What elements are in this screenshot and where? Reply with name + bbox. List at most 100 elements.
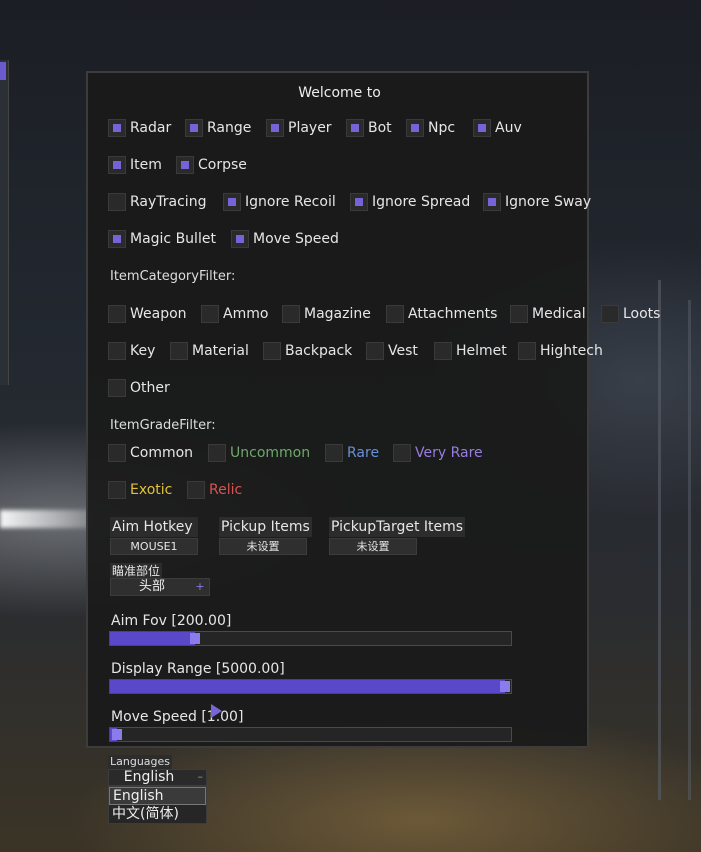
magic-bullet-checkbox[interactable]: Magic Bullet (108, 229, 216, 249)
checkbox-box[interactable] (473, 119, 491, 137)
checkbox-box[interactable] (282, 305, 300, 323)
npc-checkbox[interactable]: Npc (406, 118, 455, 138)
category-other-checkbox[interactable]: Other (108, 378, 170, 398)
category-medical-checkbox[interactable]: Medical (510, 304, 586, 324)
checkbox-box[interactable] (325, 444, 343, 462)
slider-fill (110, 680, 505, 693)
aim-hotkey-button[interactable]: MOUSE1 (110, 538, 198, 555)
checkbox-box[interactable] (208, 444, 226, 462)
category-vest-label: Vest (388, 343, 418, 359)
category-vest-checkbox[interactable]: Vest (366, 341, 418, 361)
range-checkbox[interactable]: Range (185, 118, 251, 138)
grade-relic-checkbox[interactable]: Relic (187, 480, 242, 500)
slider-handle[interactable] (500, 681, 510, 692)
category-magazine-checkbox[interactable]: Magazine (282, 304, 371, 324)
move-speed-checkbox[interactable]: Move Speed (231, 229, 339, 249)
checkbox-box[interactable] (266, 119, 284, 137)
language-option-english[interactable]: English (109, 787, 206, 805)
move-speed-slider[interactable] (109, 727, 512, 742)
category-helmet-label: Helmet (456, 343, 507, 359)
category-weapon-checkbox[interactable]: Weapon (108, 304, 187, 324)
checkbox-box[interactable] (386, 305, 404, 323)
grade-exotic-checkbox[interactable]: Exotic (108, 480, 172, 500)
pickup-items-button[interactable]: 未设置 (219, 538, 307, 555)
checkbox-box[interactable] (601, 305, 619, 323)
check-mark-icon (113, 124, 121, 132)
auv-label: Auv (495, 120, 522, 136)
grade-uncommon-checkbox[interactable]: Uncommon (208, 443, 310, 463)
category-helmet-checkbox[interactable]: Helmet (434, 341, 507, 361)
check-mark-icon (411, 124, 419, 132)
background-window-edge (0, 60, 9, 385)
checkbox-box[interactable] (108, 230, 126, 248)
grade-uncommon-label: Uncommon (230, 445, 311, 461)
ignore-spread-checkbox[interactable]: Ignore Spread (350, 192, 470, 212)
category-backpack-checkbox[interactable]: Backpack (263, 341, 352, 361)
checkbox-box[interactable] (406, 119, 424, 137)
category-loots-checkbox[interactable]: Loots (601, 304, 660, 324)
category-key-checkbox[interactable]: Key (108, 341, 155, 361)
checkbox-box[interactable] (518, 342, 536, 360)
auv-checkbox[interactable]: Auv (473, 118, 522, 138)
checkbox-box[interactable] (108, 305, 126, 323)
check-mark-icon (271, 124, 279, 132)
bot-checkbox[interactable]: Bot (346, 118, 392, 138)
radar-checkbox[interactable]: Radar (108, 118, 171, 138)
category-weapon-label: Weapon (130, 306, 187, 322)
checkbox-box[interactable] (223, 193, 241, 211)
checkbox-box[interactable] (366, 342, 384, 360)
cheat-menu-window[interactable]: Welcome to ItemCategoryFilter: ItemGrade… (86, 71, 660, 748)
grade-common-checkbox[interactable]: Common (108, 443, 193, 463)
grade-very-rare-checkbox[interactable]: Very Rare (393, 443, 483, 463)
checkbox-box[interactable] (185, 119, 203, 137)
checkbox-box[interactable] (176, 156, 194, 174)
background-window-marker (0, 62, 6, 80)
slider-handle[interactable] (112, 729, 122, 740)
checkbox-box[interactable] (483, 193, 501, 211)
aim-fov-slider[interactable] (109, 631, 512, 646)
category-filter-heading: ItemCategoryFilter: (110, 269, 236, 284)
languages-dropdown-list: English 中文(简体) (108, 786, 207, 824)
checkbox-box[interactable] (434, 342, 452, 360)
aim-part-select[interactable]: 头部 + (110, 578, 210, 596)
languages-select[interactable]: English – (108, 769, 207, 786)
checkbox-box[interactable] (393, 444, 411, 462)
checkbox-box[interactable] (187, 481, 205, 499)
player-checkbox[interactable]: Player (266, 118, 332, 138)
category-attachments-checkbox[interactable]: Attachments (386, 304, 497, 324)
checkbox-box[interactable] (510, 305, 528, 323)
checkbox-box[interactable] (108, 342, 126, 360)
item-checkbox[interactable]: Item (108, 155, 162, 175)
check-mark-icon (488, 198, 496, 206)
checkbox-box[interactable] (108, 156, 126, 174)
grade-rare-checkbox[interactable]: Rare (325, 443, 379, 463)
checkbox-box[interactable] (170, 342, 188, 360)
background-light-strip (0, 510, 90, 528)
display-range-slider[interactable] (109, 679, 512, 694)
corpse-checkbox[interactable]: Corpse (176, 155, 247, 175)
language-option-chinese[interactable]: 中文(简体) (109, 805, 206, 823)
checkbox-box[interactable] (108, 119, 126, 137)
checkbox-box[interactable] (108, 444, 126, 462)
checkbox-box[interactable] (263, 342, 281, 360)
category-ammo-checkbox[interactable]: Ammo (201, 304, 268, 324)
pickup-target-items-button[interactable]: 未设置 (329, 538, 417, 555)
slider-handle[interactable] (190, 633, 200, 644)
checkbox-box[interactable] (350, 193, 368, 211)
check-mark-icon (113, 235, 121, 243)
checkbox-box[interactable] (346, 119, 364, 137)
ignore-sway-checkbox[interactable]: Ignore Sway (483, 192, 591, 212)
radar-label: Radar (130, 120, 172, 136)
category-hightech-checkbox[interactable]: Hightech (518, 341, 603, 361)
raytracing-checkbox[interactable]: RayTracing (108, 192, 206, 212)
grade-exotic-label: Exotic (130, 482, 173, 498)
checkbox-box[interactable] (108, 379, 126, 397)
aim-hotkey-label: Aim Hotkey (110, 517, 198, 537)
checkbox-box[interactable] (231, 230, 249, 248)
pickup-target-items-label: PickupTarget Items (329, 517, 466, 537)
checkbox-box[interactable] (201, 305, 219, 323)
ignore-recoil-checkbox[interactable]: Ignore Recoil (223, 192, 336, 212)
checkbox-box[interactable] (108, 193, 126, 211)
category-material-checkbox[interactable]: Material (170, 341, 249, 361)
checkbox-box[interactable] (108, 481, 126, 499)
